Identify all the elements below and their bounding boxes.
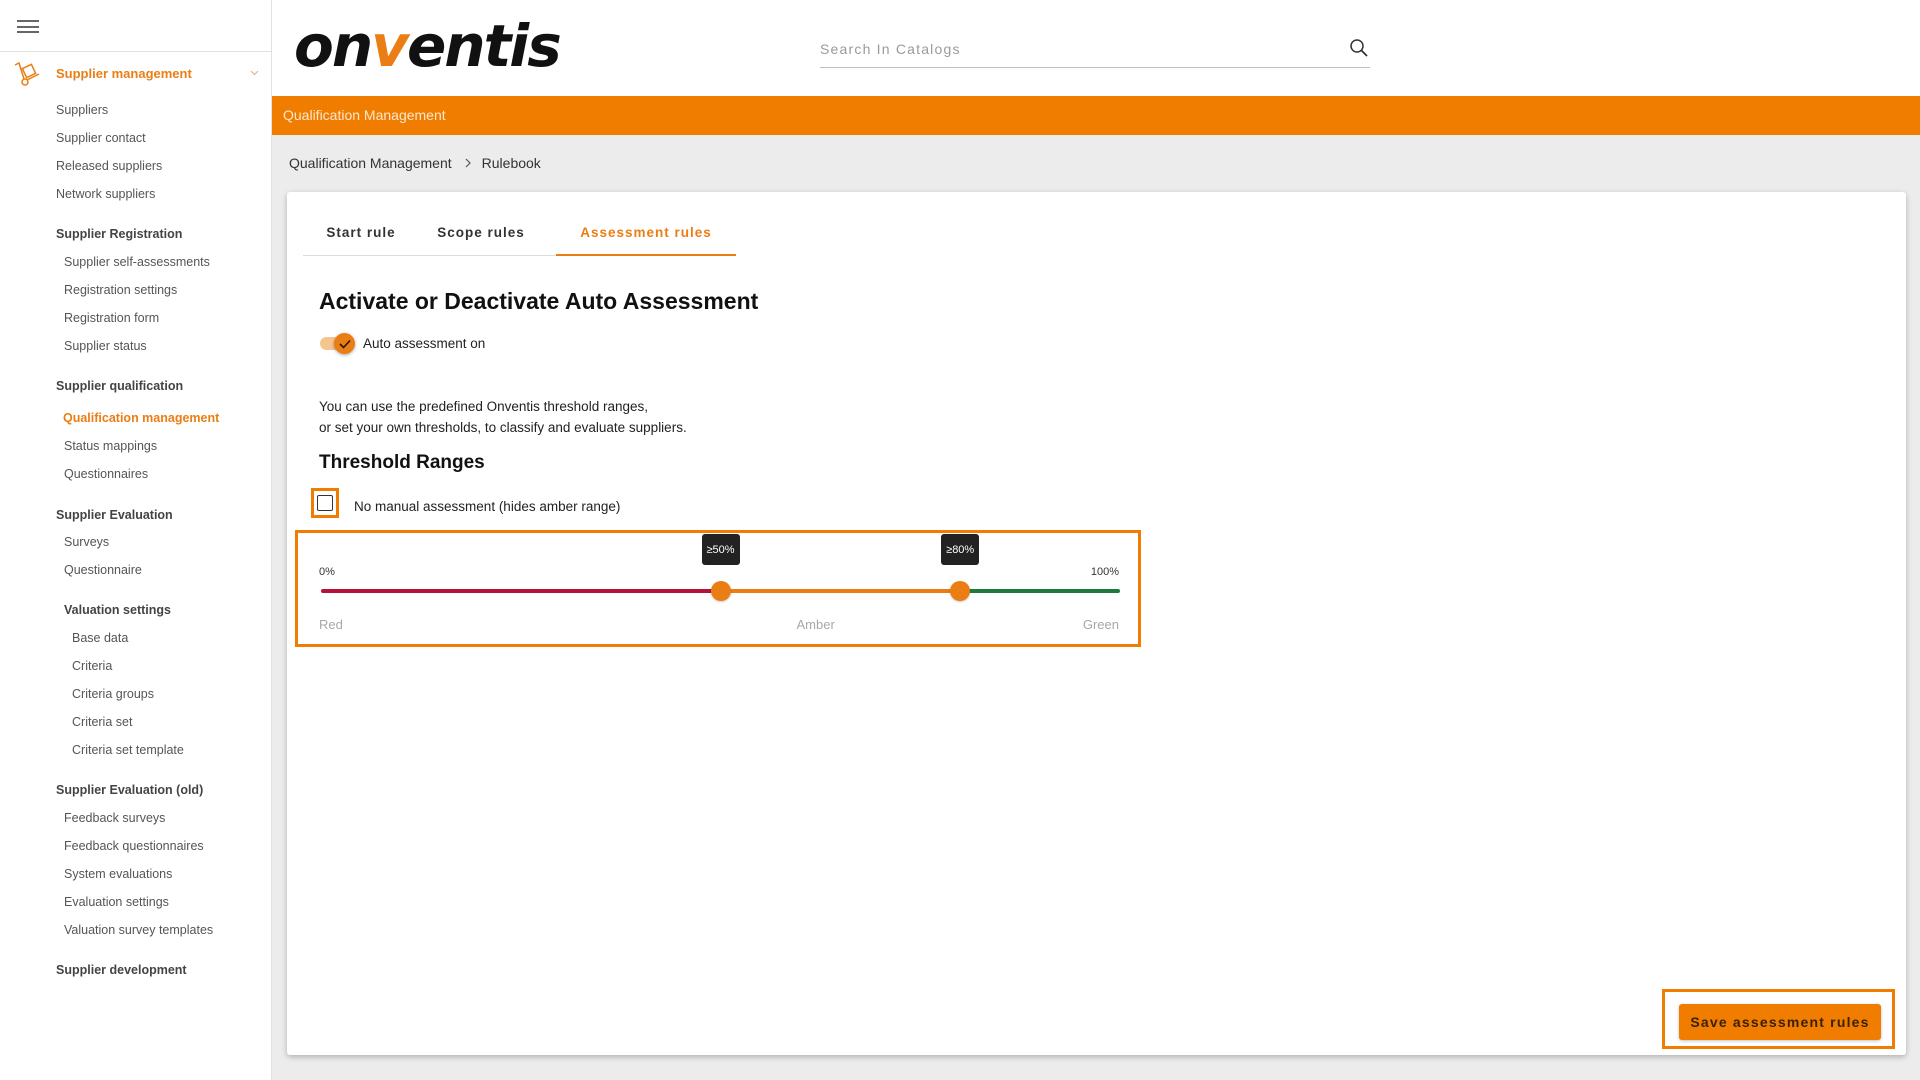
menu-icon[interactable] xyxy=(17,20,39,33)
sidebar-section-supplier-management[interactable]: Supplier management xyxy=(0,58,271,88)
threshold-tooltip-green: ≥80% xyxy=(941,534,980,565)
sidebar-item[interactable]: Valuation survey templates xyxy=(64,923,213,937)
sidebar-group-header[interactable]: Supplier Registration xyxy=(56,227,182,241)
page-title-bar: Qualification Management xyxy=(272,96,1920,135)
tab-assessment-rules[interactable]: Assessment rules xyxy=(556,210,736,256)
checkbox-label: No manual assessment (hides amber range) xyxy=(354,499,621,514)
sidebar: Supplier management Suppliers Supplier co… xyxy=(0,0,272,1080)
track-amber-segment xyxy=(720,589,961,593)
sidebar-item[interactable]: Criteria set xyxy=(72,715,132,729)
sidebar-group-header[interactable]: Supplier Evaluation xyxy=(56,508,173,522)
sidebar-item[interactable]: Registration form xyxy=(64,311,159,325)
search-icon[interactable] xyxy=(1349,38,1369,58)
save-assessment-rules-button[interactable]: Save assessment rules xyxy=(1679,1004,1881,1040)
tab-bar: Start rule Scope rules Assessment rules xyxy=(303,210,736,256)
toggle-knob xyxy=(334,333,355,354)
breadcrumb-qualification-management[interactable]: Qualification Management xyxy=(289,155,452,171)
sidebar-item[interactable]: Feedback surveys xyxy=(64,811,165,825)
slider-thumb-amber[interactable] xyxy=(710,581,731,601)
sidebar-item[interactable]: Released suppliers xyxy=(56,159,162,173)
rulebook-card: Start rule Scope rules Assessment rules … xyxy=(287,192,1906,1055)
tab-scope-rules[interactable]: Scope rules xyxy=(419,210,543,256)
description-line: You can use the predefined Onventis thre… xyxy=(319,399,648,414)
sidebar-item[interactable]: Status mappings xyxy=(64,439,157,453)
description-line: or set your own thresholds, to classify … xyxy=(319,420,687,435)
sidebar-item[interactable]: System evaluations xyxy=(64,867,172,881)
chevron-down-icon[interactable] xyxy=(250,70,259,76)
sidebar-item[interactable]: Questionnaires xyxy=(64,467,148,481)
sidebar-top xyxy=(0,0,271,52)
sidebar-group-header[interactable]: Valuation settings xyxy=(64,603,171,617)
sidebar-item[interactable]: Surveys xyxy=(64,535,109,549)
no-manual-assessment-checkbox[interactable] xyxy=(317,495,333,511)
catalog-search xyxy=(820,30,1370,68)
threshold-ranges-title: Threshold Ranges xyxy=(319,452,485,473)
sidebar-item[interactable]: Evaluation settings xyxy=(64,895,169,909)
onventis-logo[interactable]: onventis xyxy=(294,12,564,80)
sidebar-group-header[interactable]: Supplier Evaluation (old) xyxy=(56,783,203,797)
search-input[interactable] xyxy=(820,36,1320,62)
sidebar-item[interactable]: Supplier status xyxy=(64,339,147,353)
track-red-segment xyxy=(321,589,721,593)
sidebar-item[interactable]: Feedback questionnaires xyxy=(64,839,204,853)
threshold-slider-highlight: 0% 100% ≥50% ≥80% Red Amber Green xyxy=(295,530,1141,647)
top-header: onventis 6 ? JG xyxy=(272,0,1920,96)
sidebar-item[interactable]: Criteria groups xyxy=(72,687,154,701)
slider-max-label: 100% xyxy=(1090,566,1119,578)
breadcrumb-rulebook: Rulebook xyxy=(481,155,541,171)
sidebar-group-header[interactable]: Supplier development xyxy=(56,963,187,977)
sidebar-item[interactable]: Criteria set template xyxy=(72,743,184,757)
sidebar-item[interactable]: Qualification management xyxy=(63,411,219,425)
hand-truck-icon xyxy=(14,61,40,86)
sidebar-item[interactable]: Network suppliers xyxy=(56,187,155,201)
threshold-tooltip-amber: ≥50% xyxy=(701,534,740,565)
zone-label-green: Green xyxy=(1082,617,1119,632)
threshold-slider[interactable]: 0% 100% ≥50% ≥80% Red Amber Green xyxy=(298,533,1138,644)
sidebar-item[interactable]: Supplier contact xyxy=(56,131,146,145)
sidebar-item[interactable]: Supplier self-assessments xyxy=(64,255,210,269)
chevron-right-icon xyxy=(465,158,471,168)
section-title: Activate or Deactivate Auto Assessment xyxy=(319,288,759,314)
sidebar-item[interactable]: Criteria xyxy=(72,659,112,673)
toggle-label: Auto assessment on xyxy=(363,336,486,351)
sidebar-group-header[interactable]: Supplier qualification xyxy=(56,379,183,393)
zone-label-red: Red xyxy=(319,617,343,632)
sidebar-item[interactable]: Questionnaire xyxy=(64,563,142,577)
track-green-segment xyxy=(960,589,1120,593)
slider-thumb-green[interactable] xyxy=(950,581,971,601)
sidebar-item[interactable]: Suppliers xyxy=(56,103,108,117)
description-text: You can use the predefined Onventis thre… xyxy=(319,396,687,438)
sidebar-item[interactable]: Base data xyxy=(72,631,128,645)
sidebar-section-label: Supplier management xyxy=(56,66,192,81)
sidebar-item[interactable]: Registration settings xyxy=(64,283,177,297)
zone-label-amber: Amber xyxy=(796,617,835,632)
check-icon xyxy=(338,339,351,349)
breadcrumb: Qualification Management Rulebook xyxy=(289,155,541,171)
slider-min-label: 0% xyxy=(319,566,335,578)
tab-start-rule[interactable]: Start rule xyxy=(303,210,419,256)
auto-assessment-toggle[interactable] xyxy=(318,333,358,354)
